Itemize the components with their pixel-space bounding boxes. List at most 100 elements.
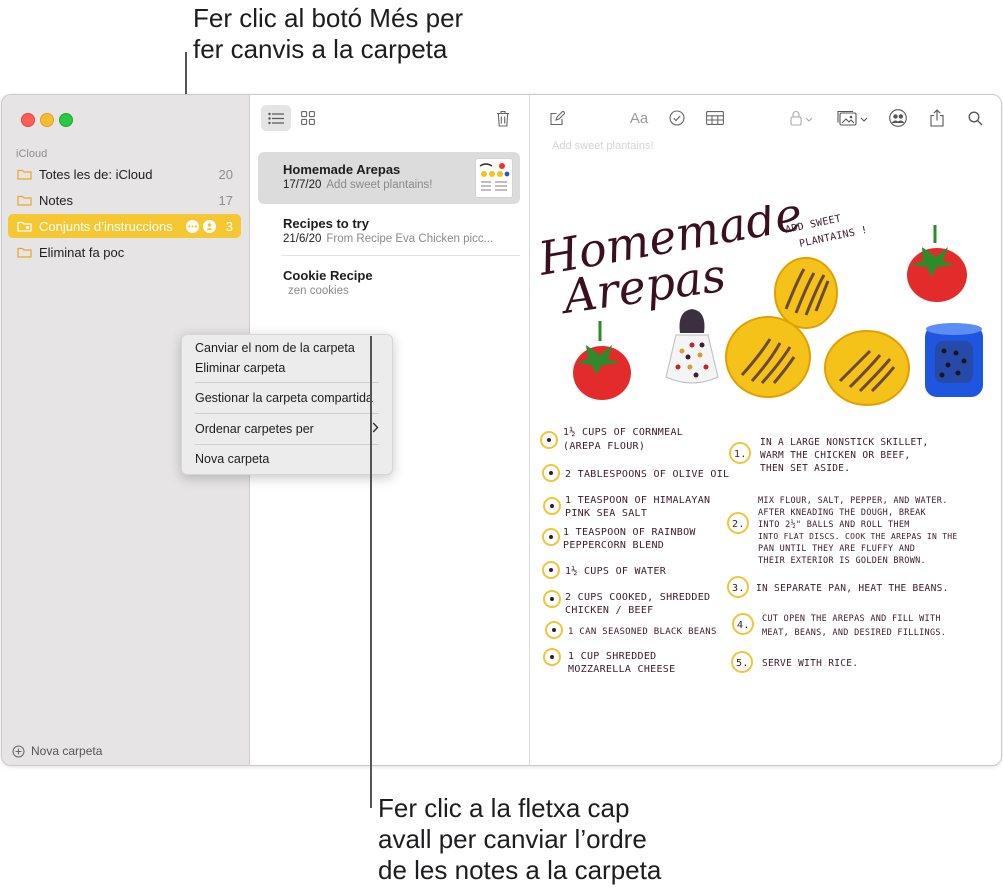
folder-all-icloud[interactable]: Totes les de: iCloud 20 xyxy=(8,162,241,186)
zoom-window-button[interactable] xyxy=(59,113,73,127)
new-folder-button[interactable]: Nova carpeta xyxy=(12,744,102,758)
step-line: MIX FLOUR, SALT, PEPPER, AND WATER. xyxy=(758,496,948,506)
folder-icon xyxy=(16,167,32,181)
new-folder-label: Nova carpeta xyxy=(31,744,103,758)
step-line: INTO FLAT DISCS. COOK THE AREPAS IN THE xyxy=(758,532,958,541)
step-line: IN SEPARATE PAN, HEAT THE BEANS. xyxy=(756,583,949,594)
note-preview: From Recipe Eva Chicken picc... xyxy=(326,233,494,245)
editor-faded-header: Add sweet plantains! xyxy=(552,140,654,152)
arepa-illustration xyxy=(824,330,910,406)
step-line: MEAT, BEANS, AND DESIRED FILLINGS. xyxy=(762,628,946,638)
ingredient-line: PINK SEA SALT xyxy=(565,508,647,519)
note-item[interactable]: Cookie Recipe zen cookies xyxy=(258,266,520,304)
menu-item-label: Ordenar carpetes per xyxy=(195,422,314,436)
people-icon xyxy=(889,109,907,127)
step-line: INTO 2½" BALLS AND ROLL THEM xyxy=(758,519,910,530)
step-line: PAN UNTIL THEY ARE FLUFFY AND xyxy=(758,544,915,554)
folder-icon xyxy=(16,193,32,207)
step-line: AFTER KNEADING THE DOUGH, BREAK xyxy=(758,508,927,518)
note-thumbnail xyxy=(475,158,513,198)
callout-bottom: Fer clic a la fletxa cap avall per canvi… xyxy=(378,793,661,886)
ingredient-line: 1 TEASPOON OF RAINBOW xyxy=(563,527,696,538)
delete-note-button[interactable] xyxy=(490,105,516,131)
note-date: 17/7/20 xyxy=(283,179,322,191)
search-icon xyxy=(968,111,982,125)
menu-item-manage-shared-folder[interactable]: Gestionar la carpeta compartida xyxy=(195,391,373,405)
text-format-icon: Aa xyxy=(629,109,649,127)
folder-label: Conjunts d’instruccions xyxy=(39,218,173,234)
step-number: 5. xyxy=(736,658,749,669)
ingredient-line: (AREPA FLOUR) xyxy=(563,441,645,452)
ingredient-line: 1 TEASPOON OF HIMALAYAN xyxy=(565,495,710,506)
table-icon xyxy=(706,111,724,125)
folder-notes[interactable]: Notes 17 xyxy=(8,188,241,212)
search-button[interactable] xyxy=(962,105,988,131)
folder-label: Totes les de: iCloud xyxy=(39,166,153,182)
table-button[interactable] xyxy=(702,105,728,131)
gallery-view-button[interactable] xyxy=(294,105,322,131)
arepa-illustration xyxy=(725,316,811,398)
step-line: SERVE WITH RICE. xyxy=(762,658,858,669)
folder-instruction-sets[interactable]: Conjunts d’instruccions 3 xyxy=(8,214,241,238)
note-subtitle: 17/7/20 Add sweet plantains! xyxy=(283,179,473,191)
menu-divider xyxy=(195,444,379,445)
more-button[interactable] xyxy=(185,219,199,233)
note-item-selected[interactable]: Homemade Arepas 17/7/20 Add sweet plantai… xyxy=(258,152,520,204)
close-window-button[interactable] xyxy=(21,113,35,127)
callout-top-line2: fer canvis a la carpeta xyxy=(193,34,448,64)
step-line: IN A LARGE NONSTICK SKILLET, xyxy=(760,437,929,448)
folder-count: 17 xyxy=(218,192,233,208)
folder-label: Eliminat fa poc xyxy=(39,244,125,260)
share-button[interactable] xyxy=(924,105,950,131)
menu-item-rename-folder[interactable]: Canviar el nom de la carpeta xyxy=(195,341,355,355)
collaborate-button[interactable] xyxy=(884,105,912,131)
tomato-illustration xyxy=(907,225,967,302)
compose-icon xyxy=(549,110,565,125)
step-number: 3. xyxy=(732,583,745,594)
icloud-section-header: iCloud xyxy=(16,148,48,160)
plus-circle-icon xyxy=(12,745,25,757)
compose-button[interactable] xyxy=(544,105,570,131)
note-item[interactable]: Recipes to try 21/6/20 From Recipe Eva Ch… xyxy=(258,214,520,252)
ingredient-line: MOZZARELLA CHEESE xyxy=(568,664,675,675)
note-preview: Add sweet plantains! xyxy=(326,179,433,191)
callout-bottom-leader xyxy=(370,336,372,808)
folder-recently-deleted[interactable]: Eliminat fa poc xyxy=(8,240,241,264)
step-line: THEN SET ASIDE. xyxy=(760,463,850,474)
checkmark-circle-icon xyxy=(669,110,685,126)
folder-icon xyxy=(16,245,32,259)
ingredient-line: 1 CAN SEASONED BLACK BEANS xyxy=(568,627,717,637)
note-preview: zen cookies xyxy=(288,285,349,297)
lock-button[interactable] xyxy=(785,105,819,131)
trash-icon xyxy=(497,110,509,127)
menu-item-delete-folder[interactable]: Eliminar carpeta xyxy=(195,361,285,375)
callout-top: Fer clic al botó Més per fer canvis a la… xyxy=(193,3,463,65)
minimize-window-button[interactable] xyxy=(40,113,54,127)
folder-count: 3 xyxy=(225,218,233,234)
chevron-right-icon xyxy=(372,422,379,436)
checklist-button[interactable] xyxy=(664,105,690,131)
ingredient-line: 1½ CUPS OF CORNMEAL xyxy=(563,426,683,438)
ingredient-line: CHICKEN / BEEF xyxy=(565,605,654,616)
step-number-circles xyxy=(727,442,754,673)
step-line: CUT OPEN THE AREPAS AND FILL WITH xyxy=(762,614,941,624)
callout-bottom-line3: de les notes a la carpeta xyxy=(378,855,662,885)
menu-item-new-folder[interactable]: Nova carpeta xyxy=(195,452,269,466)
ingredient-line: 1½ CUPS OF WATER xyxy=(565,565,667,577)
ingredient-line: 2 CUPS COOKED, SHREDDED xyxy=(565,592,710,603)
recipe-drawing: Homemade Arepas ADD SWEET PLANTAINS ! 1½… xyxy=(534,205,983,675)
shared-folder-icon xyxy=(16,219,32,233)
callout-bottom-line2: avall per canviar l’ordre xyxy=(378,824,647,854)
menu-item-sort-folders-by[interactable]: Ordenar carpetes per xyxy=(195,422,379,436)
tomato-illustration xyxy=(573,321,631,400)
folder-context-menu: Canviar el nom de la carpeta Eliminar ca… xyxy=(181,334,393,475)
callout-top-line1: Fer clic al botó Més per xyxy=(193,3,464,33)
format-button[interactable]: Aa xyxy=(626,105,652,131)
ingredient-line: PEPPERCORN BLEND xyxy=(563,540,664,551)
note-date: 21/6/20 xyxy=(283,233,322,245)
media-button[interactable] xyxy=(834,105,872,131)
ingredient-line: 1 CUP SHREDDED xyxy=(568,651,657,662)
photo-icon xyxy=(837,110,868,126)
divider xyxy=(282,255,520,256)
list-view-button[interactable] xyxy=(261,105,291,131)
